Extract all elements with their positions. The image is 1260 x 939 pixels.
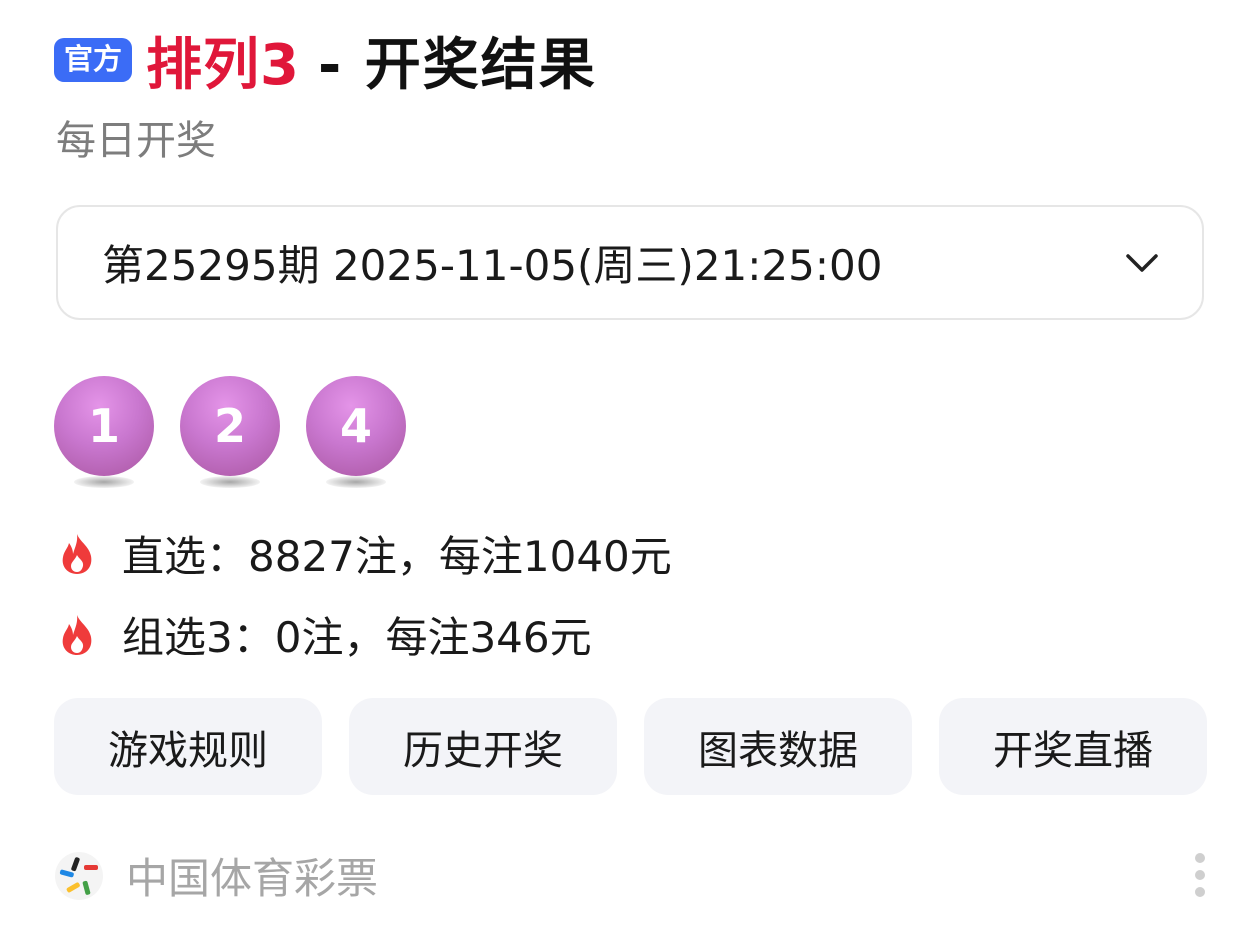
fire-icon bbox=[62, 614, 92, 655]
lottery-result-card: 官方 排列3 - 开奖结果 每日开奖 第25295期 2025-11-05(周三… bbox=[0, 0, 1260, 939]
ball-number: 1 bbox=[54, 376, 154, 476]
number-ball: 1 bbox=[54, 376, 154, 496]
ball-shadow bbox=[326, 476, 386, 488]
chart-data-button[interactable]: 图表数据 bbox=[644, 698, 912, 795]
prize-direct-text: 直选：8827注，每注1040元 bbox=[122, 532, 672, 581]
page-title: - 开奖结果 bbox=[317, 32, 597, 98]
prize-group3-text: 组选3：0注，每注346元 bbox=[122, 613, 592, 662]
draw-period-select[interactable]: 第25295期 2025-11-05(周三)21:25:00 bbox=[56, 205, 1204, 320]
prize-group3: 组选3：0注，每注346元 bbox=[56, 604, 592, 665]
live-draw-button[interactable]: 开奖直播 bbox=[939, 698, 1207, 795]
history-draws-button[interactable]: 历史开奖 bbox=[349, 698, 617, 795]
draw-period-value: 第25295期 2025-11-05(周三)21:25:00 bbox=[102, 241, 883, 290]
number-ball: 4 bbox=[306, 376, 406, 496]
ball-number: 2 bbox=[180, 376, 280, 476]
chevron-down-icon bbox=[1126, 253, 1158, 272]
fire-icon bbox=[62, 533, 92, 574]
game-name[interactable]: 排列3 bbox=[146, 20, 300, 101]
official-badge: 官方 bbox=[54, 37, 133, 83]
ball-shadow bbox=[200, 476, 260, 488]
subtitle: 每日开奖 bbox=[56, 118, 216, 164]
ball-number: 4 bbox=[306, 376, 406, 476]
source-attribution[interactable]: 中国体育彩票 bbox=[54, 845, 378, 906]
prize-direct: 直选：8827注，每注1040元 bbox=[56, 523, 672, 584]
china-sports-lottery-logo bbox=[55, 851, 103, 900]
action-buttons: 游戏规则 历史开奖 图表数据 开奖直播 bbox=[54, 698, 1207, 795]
number-ball: 2 bbox=[180, 376, 280, 496]
more-vertical-icon[interactable] bbox=[1190, 852, 1210, 898]
game-rules-button[interactable]: 游戏规则 bbox=[54, 698, 322, 795]
title-row: 官方 排列3 - 开奖结果 bbox=[54, 20, 597, 100]
winning-numbers: 1 2 4 bbox=[54, 376, 432, 496]
ball-shadow bbox=[74, 476, 134, 488]
source-name: 中国体育彩票 bbox=[126, 854, 379, 903]
